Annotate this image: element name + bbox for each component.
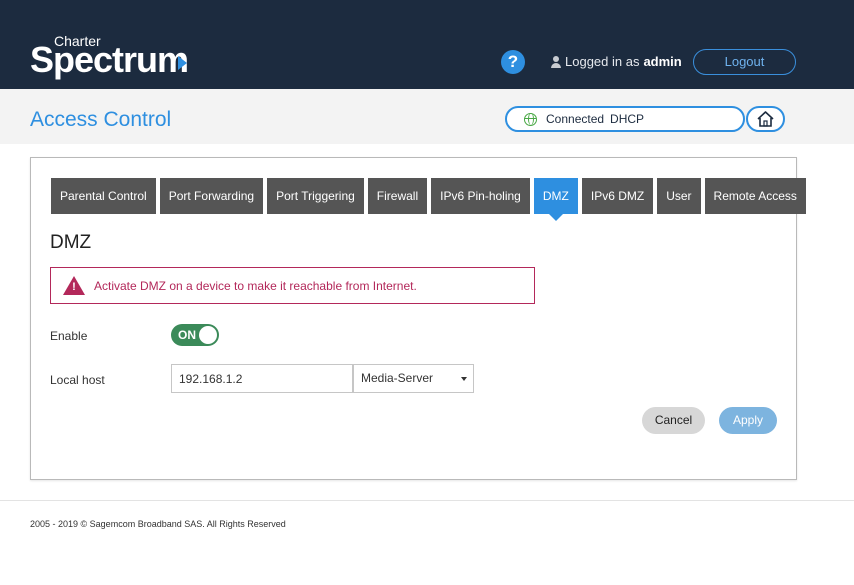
local-host-label: Local host — [50, 373, 105, 387]
home-icon — [757, 111, 774, 127]
connection-status: Connected — [546, 112, 605, 126]
warning-icon: ! — [63, 276, 85, 295]
section-title: DMZ — [50, 232, 92, 253]
tab-firewall[interactable]: Firewall — [367, 178, 428, 214]
access-control-panel: Parental Control Port Forwarding Port Tr… — [30, 157, 806, 480]
connection-type: DHCP — [610, 112, 645, 126]
enable-toggle[interactable]: ON — [171, 324, 219, 346]
dmz-alert: ! Activate DMZ on a device to make it re… — [50, 267, 535, 304]
device-select-value: Media-Server — [361, 371, 434, 385]
user-info: Logged in as admin — [550, 54, 682, 70]
tab-port-forwarding[interactable]: Port Forwarding — [159, 178, 264, 214]
username: admin — [643, 54, 682, 69]
apply-button[interactable]: Apply — [719, 407, 777, 434]
tab-parental-control[interactable]: Parental Control — [51, 178, 156, 214]
footer-copyright: 2005 - 2019 © Sagemcom Broadband SAS. Al… — [30, 519, 286, 529]
toggle-knob — [199, 326, 217, 344]
logout-button[interactable]: Logout — [693, 49, 796, 75]
tab-ipv6-dmz[interactable]: IPv6 DMZ — [581, 178, 654, 214]
footer-divider — [0, 500, 854, 501]
toggle-state: ON — [178, 328, 196, 342]
home-button[interactable] — [746, 106, 785, 132]
user-icon — [550, 55, 561, 69]
connection-status-pill[interactable]: Connected DHCP — [505, 106, 745, 132]
cancel-button[interactable]: Cancel — [642, 407, 705, 434]
logo-arrow-icon — [178, 56, 187, 70]
chevron-down-icon — [461, 377, 467, 381]
tab-port-triggering[interactable]: Port Triggering — [267, 178, 364, 214]
tab-bar: Parental Control Port Forwarding Port Tr… — [51, 178, 810, 221]
top-header: Charter Spectrum ? Logged in as admin Lo… — [0, 0, 854, 89]
alert-text: Activate DMZ on a device to make it reac… — [94, 278, 417, 293]
help-icon[interactable]: ? — [501, 50, 525, 74]
logo-big-text: Spectrum — [30, 39, 189, 80]
enable-label: Enable — [50, 329, 88, 343]
local-host-ip-input[interactable] — [171, 364, 353, 393]
tab-remote-access[interactable]: Remote Access — [704, 178, 806, 214]
globe-icon — [524, 112, 537, 126]
tab-user[interactable]: User — [657, 178, 701, 214]
logged-in-label: Logged in as — [565, 54, 640, 69]
page-title: Access Control — [30, 108, 172, 131]
title-bar: Access Control Connected DHCP — [0, 89, 854, 144]
tab-ipv6-pin-holing[interactable]: IPv6 Pin-holing — [431, 178, 530, 214]
tab-dmz[interactable]: DMZ — [533, 178, 578, 221]
local-host-device-select[interactable]: Media-Server — [353, 364, 474, 393]
